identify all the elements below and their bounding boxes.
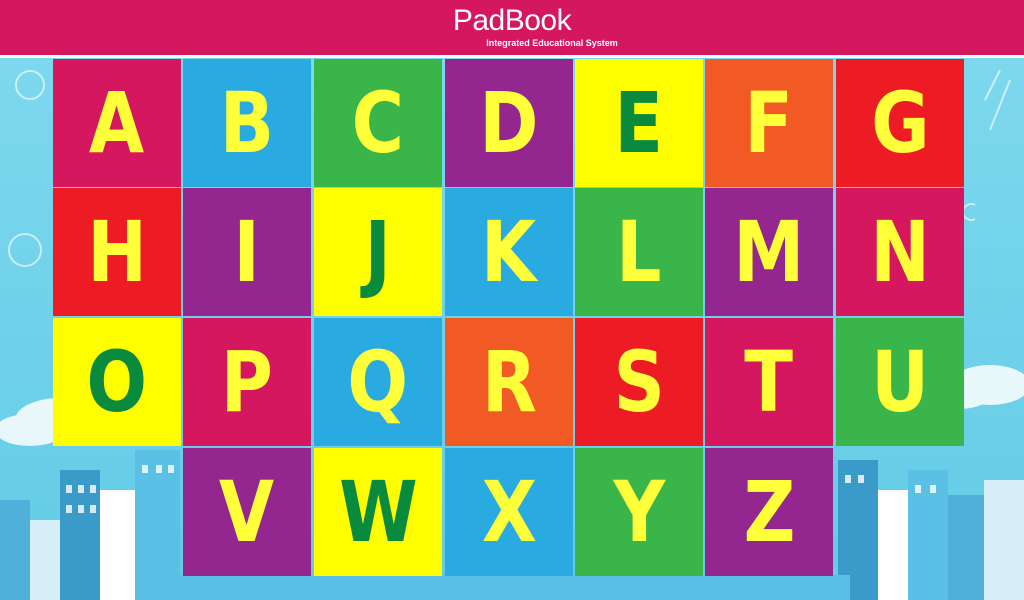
letter-glyph: F bbox=[744, 74, 794, 172]
letter-glyph: Z bbox=[743, 463, 795, 561]
letter-tile-k[interactable]: K bbox=[445, 188, 573, 316]
letter-tile-i[interactable]: I bbox=[183, 188, 311, 316]
letter-glyph: U bbox=[871, 333, 929, 431]
letter-tile-l[interactable]: L bbox=[575, 188, 703, 316]
letter-glyph: P bbox=[220, 333, 274, 431]
letter-tile-e[interactable]: E bbox=[575, 59, 703, 187]
letter-tile-p[interactable]: P bbox=[183, 318, 311, 446]
letter-glyph: C bbox=[351, 74, 405, 172]
letter-tile-h[interactable]: H bbox=[53, 188, 181, 316]
letter-glyph: G bbox=[870, 74, 930, 172]
letter-tile-v[interactable]: V bbox=[183, 448, 311, 576]
letter-tile-n[interactable]: N bbox=[836, 188, 964, 316]
letter-glyph: X bbox=[481, 463, 537, 561]
letter-tile-q[interactable]: Q bbox=[314, 318, 442, 446]
letter-tile-x[interactable]: X bbox=[445, 448, 573, 576]
letter-tile-w[interactable]: W bbox=[314, 448, 442, 576]
letter-tile-f[interactable]: F bbox=[705, 59, 833, 187]
letter-glyph: Q bbox=[347, 333, 409, 431]
letter-tile-t[interactable]: T bbox=[705, 318, 833, 446]
letter-tile-c[interactable]: C bbox=[314, 59, 442, 187]
letter-tile-o[interactable]: O bbox=[53, 318, 181, 446]
letter-glyph: M bbox=[733, 203, 805, 301]
letter-glyph: N bbox=[870, 203, 930, 301]
letter-glyph: I bbox=[233, 203, 261, 301]
letter-glyph: L bbox=[616, 203, 662, 301]
letter-glyph: A bbox=[89, 74, 145, 172]
letter-glyph: O bbox=[86, 333, 148, 431]
letter-tile-a[interactable]: A bbox=[53, 59, 181, 187]
letter-glyph: W bbox=[338, 463, 418, 561]
letter-tile-b[interactable]: B bbox=[183, 59, 311, 187]
app-title: PadBook bbox=[452, 4, 572, 37]
letter-tile-m[interactable]: M bbox=[705, 188, 833, 316]
letter-glyph: T bbox=[744, 333, 794, 431]
letter-glyph: S bbox=[613, 333, 665, 431]
letter-tile-d[interactable]: D bbox=[445, 59, 573, 187]
letter-glyph: B bbox=[219, 74, 275, 172]
alphabet-grid: ABCDEFG HI JKLMN OPQRSTU VWXYZ bbox=[0, 0, 1024, 600]
letter-tile-s[interactable]: S bbox=[575, 318, 703, 446]
letter-glyph: E bbox=[614, 74, 664, 172]
letter-tile-j[interactable]: J bbox=[314, 188, 442, 316]
letter-tile-z[interactable]: Z bbox=[705, 448, 833, 576]
letter-glyph: R bbox=[481, 333, 537, 431]
letter-tile-r[interactable]: R bbox=[445, 318, 573, 446]
letter-glyph: H bbox=[87, 203, 147, 301]
app-header: PadBook Integrated Educational System bbox=[0, 0, 1024, 58]
letter-tile-g[interactable]: G bbox=[836, 59, 964, 187]
letter-glyph: Y bbox=[613, 463, 665, 561]
letter-glyph: K bbox=[481, 203, 537, 301]
app-tagline: Integrated Educational System bbox=[486, 38, 618, 48]
letter-glyph: J bbox=[364, 203, 392, 301]
letter-glyph: D bbox=[479, 74, 539, 172]
letter-tile-y[interactable]: Y bbox=[575, 448, 703, 576]
letter-tile-u[interactable]: U bbox=[836, 318, 964, 446]
letter-glyph: V bbox=[219, 463, 275, 561]
